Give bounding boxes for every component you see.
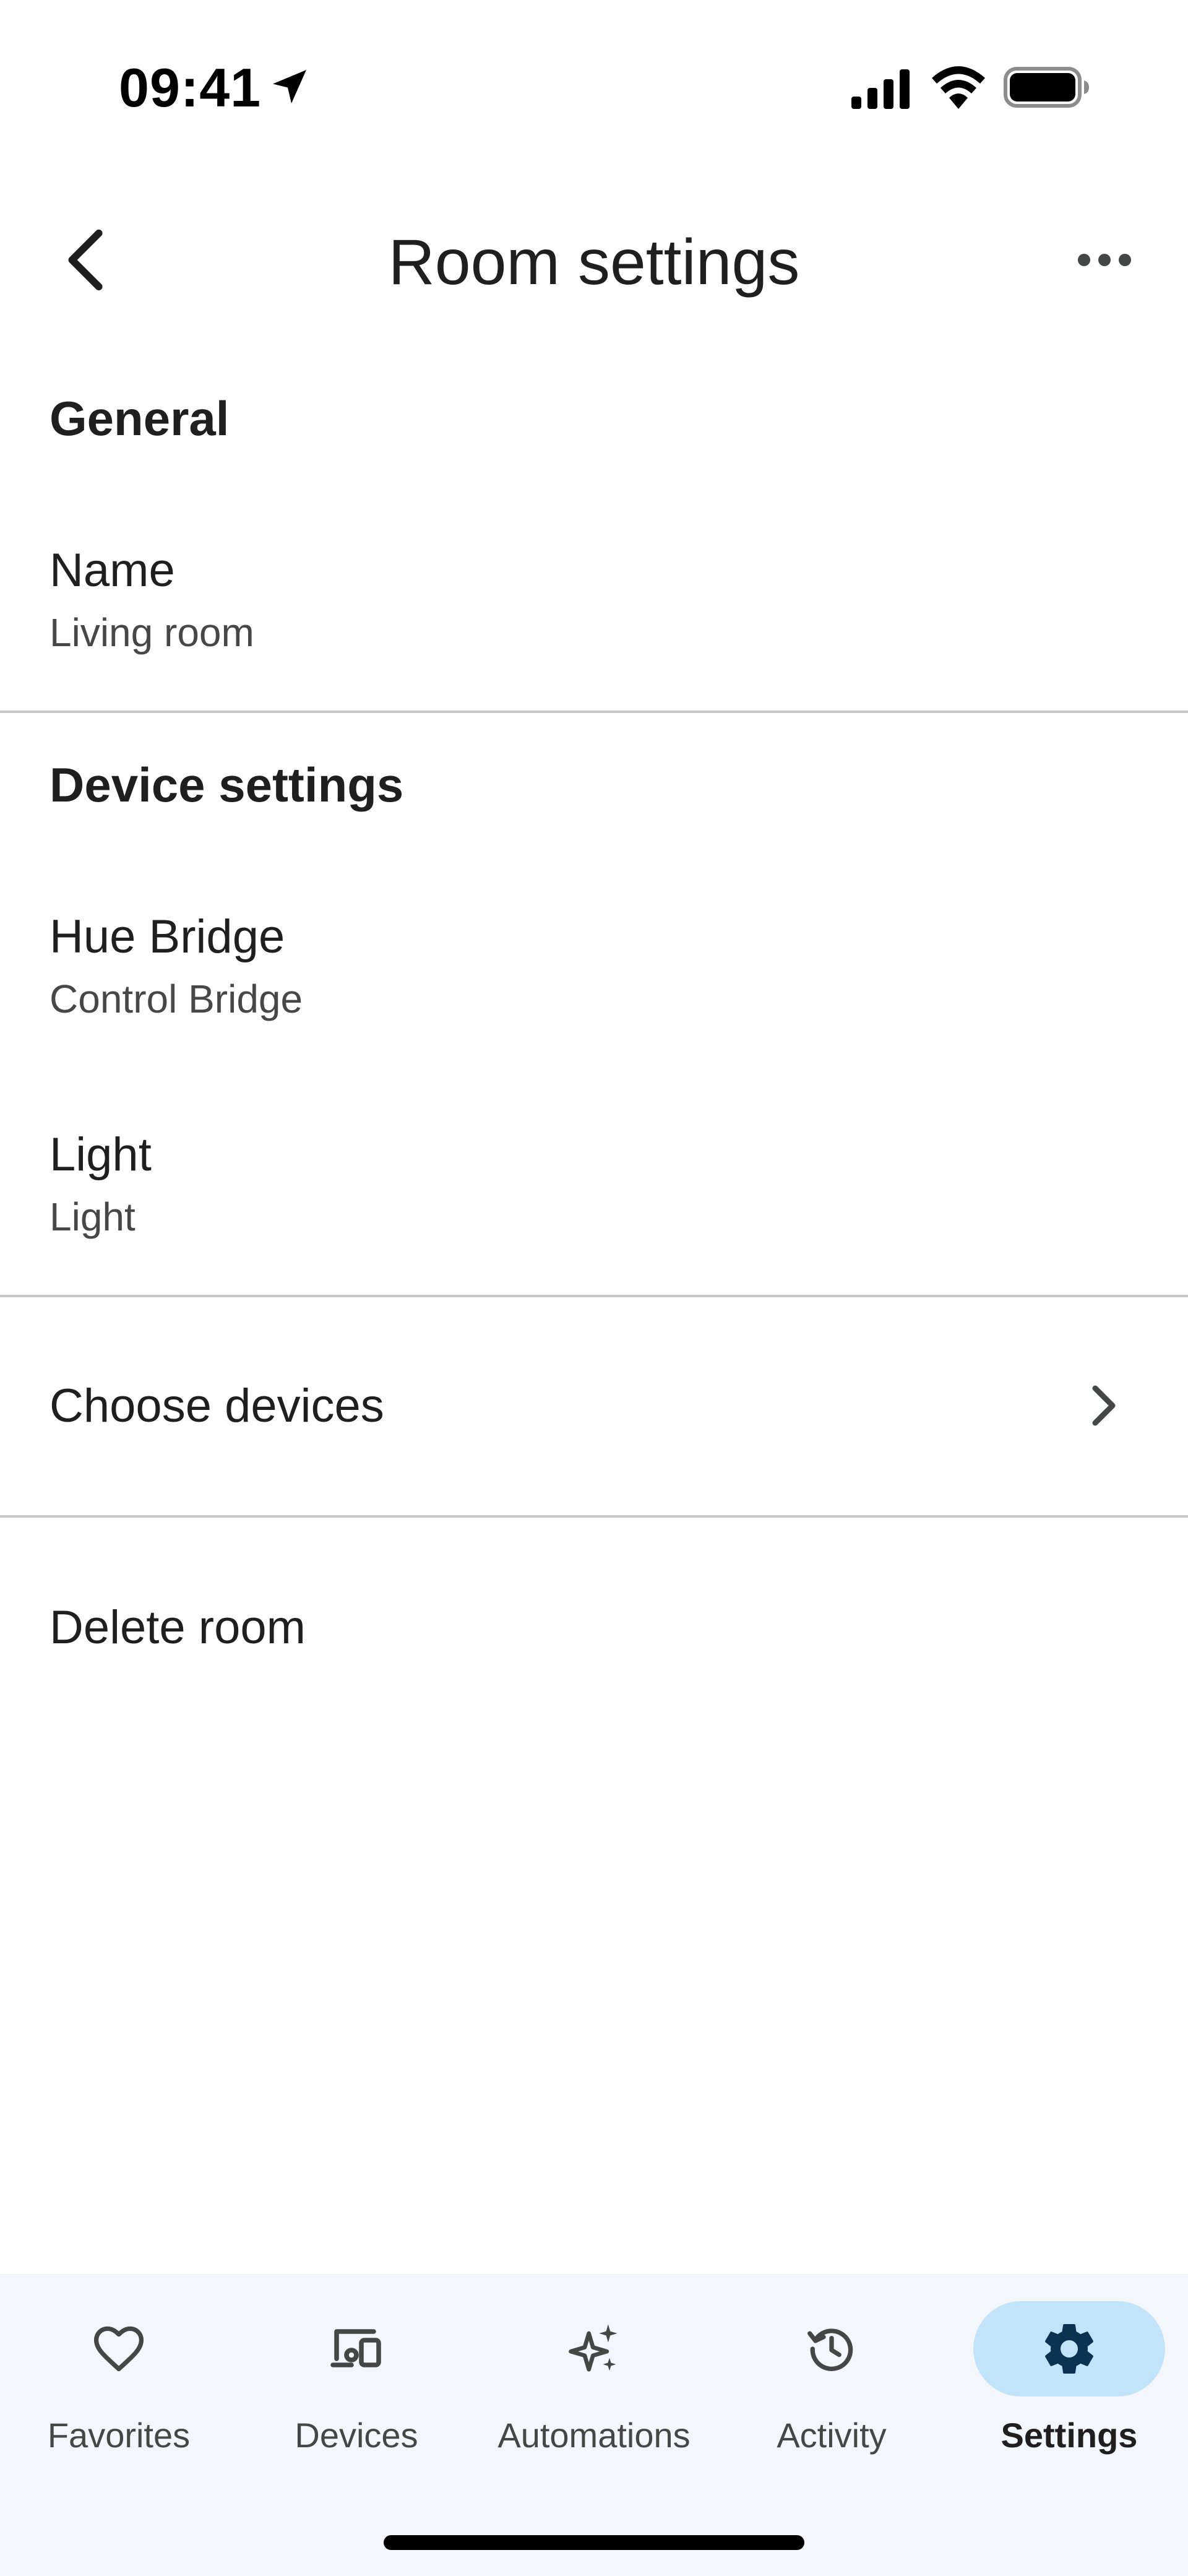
nav-icon-container (736, 2301, 928, 2397)
nav-item-automations[interactable]: Automations (475, 2274, 713, 2478)
page-title: Room settings (388, 227, 800, 298)
name-row-value: Living room (50, 610, 254, 655)
name-row[interactable]: Name Living room (0, 526, 1188, 681)
delete-room-label: Delete room (50, 1601, 306, 1654)
wifi-icon (932, 66, 985, 109)
general-heading: General (50, 391, 230, 446)
device-row-light[interactable]: Light Light (0, 1110, 1188, 1265)
room-settings-screen: 09:41 Room settings General Name Living … (0, 0, 1188, 2576)
nav-icon-container (260, 2301, 452, 2397)
gear-icon (1045, 2324, 1093, 2374)
device-row-subtitle: Control Bridge (50, 977, 303, 1021)
more-horizontal-icon (1078, 254, 1131, 266)
more-options-button[interactable] (1064, 223, 1145, 297)
device-row-hue-bridge[interactable]: Hue Bridge Control Bridge (0, 893, 1188, 1047)
nav-item-favorites[interactable]: Favorites (0, 2274, 238, 2478)
status-time: 09:41 (119, 57, 262, 118)
top-app-bar: Room settings (0, 210, 1188, 316)
choose-devices-row[interactable]: Choose devices (0, 1297, 1188, 1514)
device-settings-heading: Device settings (50, 758, 404, 812)
nav-item-activity[interactable]: Activity (713, 2274, 950, 2478)
nav-icon-container (973, 2301, 1165, 2397)
divider (0, 711, 1188, 713)
status-bar: 09:41 (0, 0, 1188, 161)
chevron-right-icon (1092, 1385, 1116, 1426)
cellular-signal-icon (851, 69, 910, 109)
nav-icon-container (23, 2301, 215, 2397)
sparkle-icon (569, 2324, 618, 2372)
device-row-title: Light (50, 1128, 152, 1181)
history-icon (807, 2328, 853, 2371)
battery-icon (1004, 67, 1089, 108)
nav-label: Activity (777, 2416, 887, 2455)
nav-label: Settings (1001, 2416, 1138, 2455)
name-row-title: Name (50, 544, 175, 597)
nav-label: Favorites (47, 2416, 191, 2455)
nav-label: Automations (497, 2416, 691, 2455)
home-indicator (384, 2535, 804, 2550)
nav-label: Devices (295, 2416, 418, 2455)
choose-devices-label: Choose devices (50, 1380, 384, 1432)
device-row-title: Hue Bridge (50, 910, 285, 963)
nav-item-settings[interactable]: Settings (950, 2274, 1188, 2478)
heart-icon (93, 2326, 144, 2372)
bottom-navigation-bar: Favorites Devices Automations Activity S… (0, 2274, 1188, 2576)
delete-room-row[interactable]: Delete room (0, 1518, 1188, 1734)
nav-item-devices[interactable]: Devices (238, 2274, 475, 2478)
devices-icon (330, 2329, 381, 2367)
location-arrow-icon (273, 70, 306, 103)
nav-icon-container (498, 2301, 690, 2397)
device-row-subtitle: Light (50, 1195, 136, 1239)
